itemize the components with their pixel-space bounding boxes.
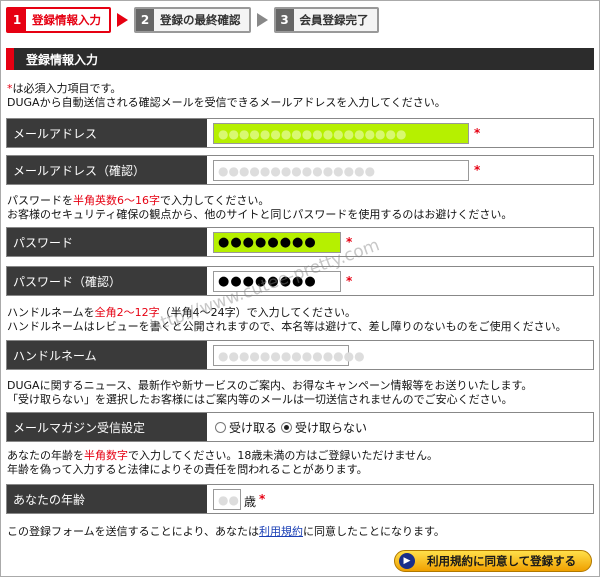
password-confirm-label: パスワード（確認）	[7, 267, 207, 295]
required-note: *は必須入力項目です。	[7, 82, 122, 95]
email-label: メールアドレス	[7, 119, 207, 147]
progress-steps: 1 登録情報入力 2 登録の最終確認 3 会員登録完了	[6, 6, 379, 34]
handle-field[interactable]: ●●●●●●●●●●●●●●	[213, 345, 365, 366]
section-title: 登録情報入力	[26, 52, 99, 67]
password-label: パスワード	[7, 228, 207, 256]
radio-selected-icon[interactable]	[281, 422, 292, 433]
step-2: 2 登録の最終確認	[134, 7, 251, 33]
newsletter-note-line1: DUGAに関するニュース、最新作や新サービスのご案内、お得なキャンペーン情報等を…	[7, 379, 533, 392]
step-1-number: 1	[8, 9, 26, 31]
newsletter-option-no[interactable]: 受け取らない	[281, 419, 367, 436]
required-mark: *	[259, 492, 266, 506]
section-header: 登録情報入力	[6, 48, 594, 70]
handle-label: ハンドルネーム	[7, 341, 207, 369]
email-note: DUGAから自動送信される確認メールを受信できるメールアドレスを入力してください…	[7, 96, 446, 109]
terms-note: この登録フォームを送信することにより、あなたは利用規約に同意したことになります。	[7, 525, 445, 538]
step-arrow-icon	[117, 13, 128, 27]
terms-link[interactable]: 利用規約	[259, 525, 303, 538]
age-row: あなたの年齢 ●● 歳 *	[6, 484, 594, 514]
password-field[interactable]: ●●●●●●●●	[213, 232, 341, 253]
step-2-number: 2	[136, 9, 154, 31]
handle-row: ハンドルネーム ●●●●●●●●●●●●●●	[6, 340, 594, 370]
radio-icon[interactable]	[215, 422, 226, 433]
submit-button[interactable]: ▶ 利用規約に同意して登録する	[394, 550, 592, 572]
email-field[interactable]: ●●●●●●●●●●●●●●●●●●	[213, 123, 469, 144]
email-confirm-row: メールアドレス（確認） ●●●●●●●●●●●●●●● *	[6, 155, 594, 185]
step-1: 1 登録情報入力	[6, 7, 111, 33]
age-unit: 歳	[244, 495, 257, 509]
email-confirm-field[interactable]: ●●●●●●●●●●●●●●●	[213, 160, 469, 181]
password-row: パスワード ●●●●●●●● *	[6, 227, 594, 257]
email-row: メールアドレス ●●●●●●●●●●●●●●●●●● *	[6, 118, 594, 148]
step-2-label: 登録の最終確認	[160, 13, 241, 27]
section-accent-bar	[6, 48, 14, 70]
step-3-number: 3	[275, 9, 294, 31]
email-confirm-label: メールアドレス（確認）	[7, 156, 207, 184]
handle-note-line2: ハンドルネームはレビューを書くと公開されますので、本名等は避けて、差し障りのない…	[7, 320, 567, 333]
age-note-line1: あなたの年齢を半角数字で入力してください。18歳未満の方はご登録いただけません。	[7, 449, 439, 462]
newsletter-label: メールマガジン受信設定	[7, 413, 207, 441]
password-note-line2: お客様のセキュリティ確保の観点から、他のサイトと同じパスワードを使用するのはお避…	[7, 208, 513, 221]
required-mark: *	[474, 126, 481, 140]
password-note-line1: パスワードを半角英数6〜16字で入力してください。	[7, 194, 270, 207]
step-arrow-icon	[256, 13, 268, 27]
play-icon: ▶	[399, 553, 415, 569]
age-label: あなたの年齢	[7, 485, 207, 513]
age-note-line2: 年齢を偽って入力すると法律によりその責任を問われることがあります。	[7, 463, 368, 476]
newsletter-option-yes[interactable]: 受け取る	[215, 419, 277, 436]
age-field[interactable]: ●●	[213, 489, 241, 510]
required-mark: *	[346, 274, 353, 288]
submit-label: 利用規約に同意して登録する	[427, 554, 577, 568]
step-1-label: 登録情報入力	[32, 13, 101, 27]
required-mark: *	[474, 163, 481, 177]
step-3-label: 会員登録完了	[299, 13, 369, 27]
newsletter-row: メールマガジン受信設定 受け取る 受け取らない	[6, 412, 594, 442]
newsletter-note-line2: 「受け取らない」を選択したお客様にはご案内等のメールは一切送信されませんのでご安…	[7, 393, 513, 406]
step-3: 3 会員登録完了	[273, 7, 379, 33]
